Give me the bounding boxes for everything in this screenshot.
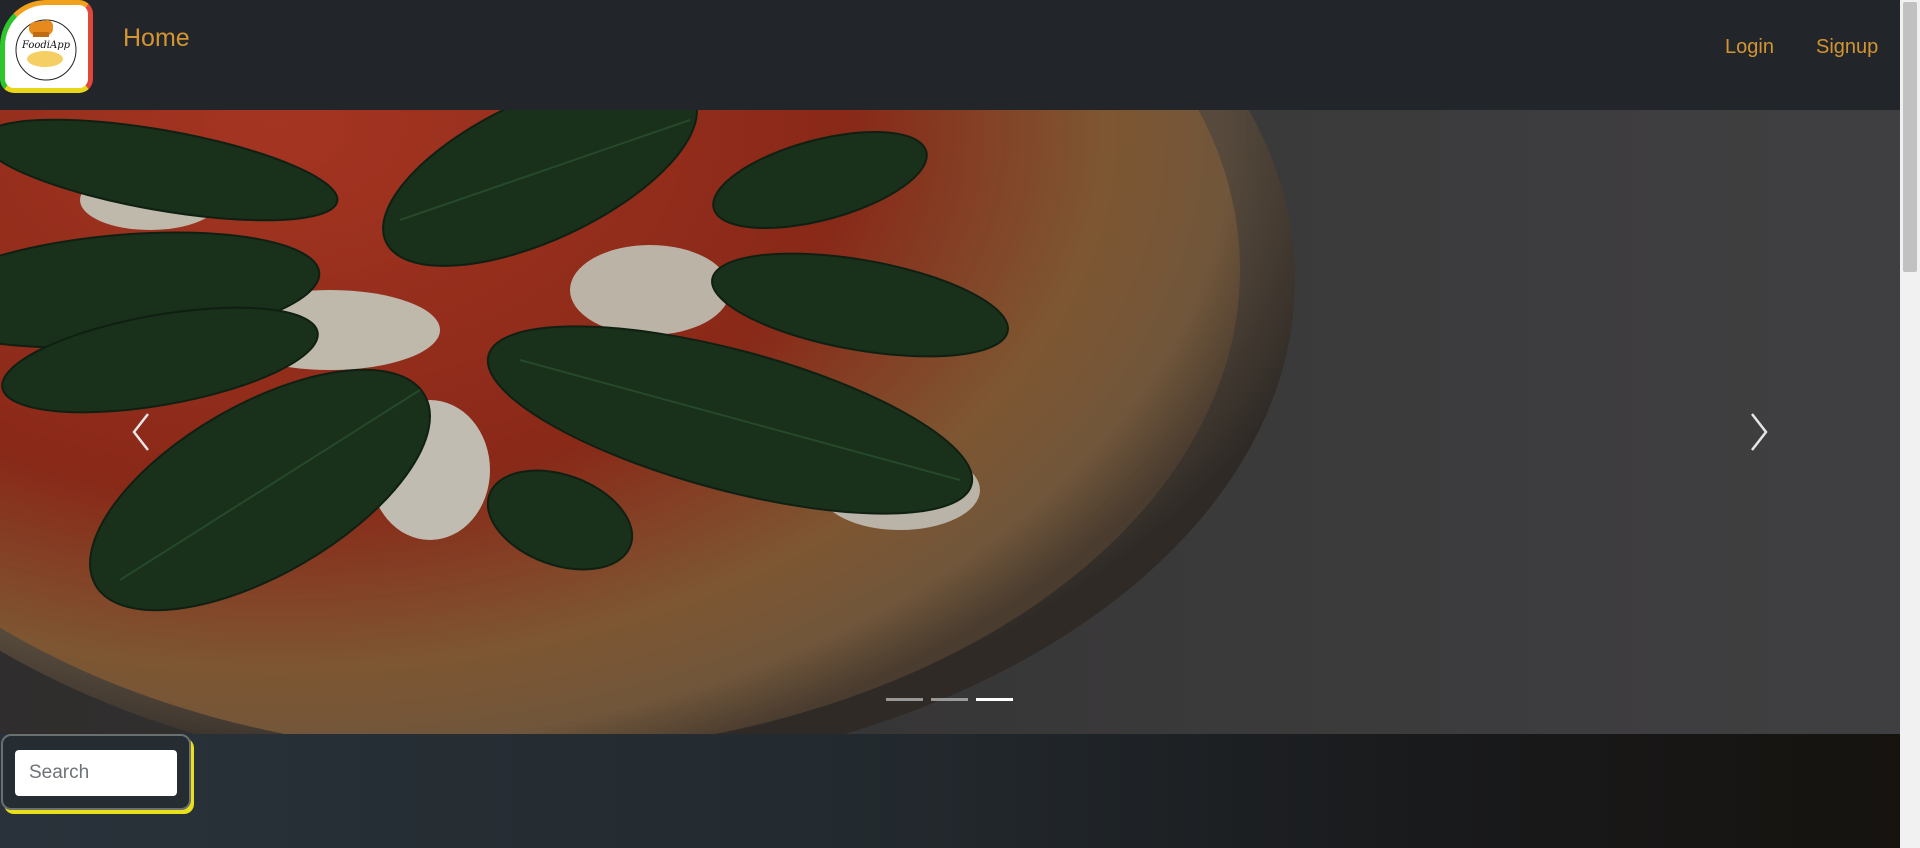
carousel-next-button[interactable] xyxy=(1738,402,1778,462)
nav-signup-link[interactable]: Signup xyxy=(1816,36,1878,59)
search-input[interactable] xyxy=(15,750,177,796)
page: FoodiApp Home Login Signup xyxy=(0,0,1920,848)
chevron-right-icon xyxy=(1751,413,1768,451)
chevron-left-icon xyxy=(132,413,149,451)
scrollbar-thumb[interactable] xyxy=(1903,2,1917,272)
hero-carousel xyxy=(0,110,1900,734)
logo-text: FoodiApp xyxy=(21,40,71,51)
navbar: FoodiApp Home Login Signup xyxy=(0,0,1900,110)
nav-login-link[interactable]: Login xyxy=(1725,36,1774,59)
chef-logo-icon: FoodiApp xyxy=(15,19,77,81)
carousel-prev-button[interactable] xyxy=(122,402,162,462)
brand-logo[interactable]: FoodiApp xyxy=(0,0,93,93)
carousel-overlay xyxy=(0,110,1900,734)
nav-home-link[interactable]: Home xyxy=(123,24,190,53)
carousel-indicator-3[interactable] xyxy=(976,698,1013,701)
page-scrollbar[interactable] xyxy=(1900,0,1920,848)
carousel-indicator-1[interactable] xyxy=(886,698,923,701)
search-box xyxy=(1,734,191,810)
content-section xyxy=(0,734,1900,848)
carousel-indicator-2[interactable] xyxy=(931,698,968,701)
